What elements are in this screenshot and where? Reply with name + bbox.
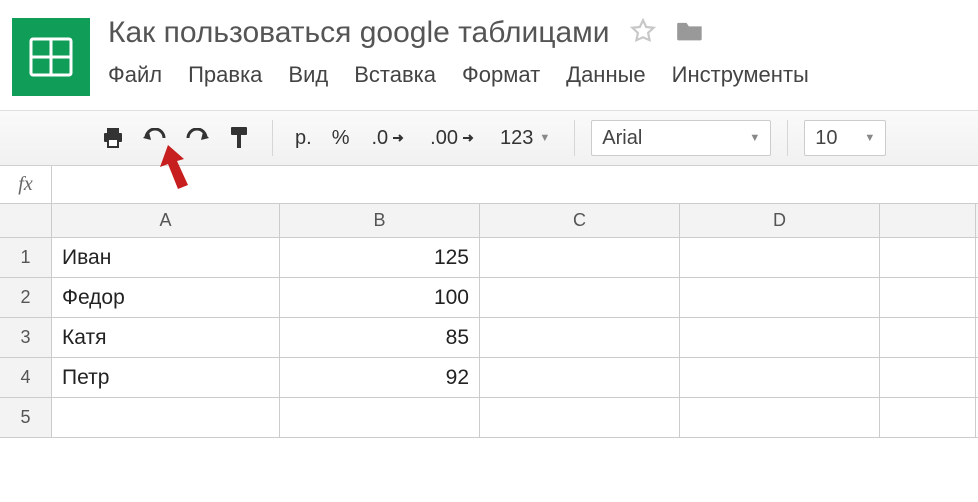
menu-tools[interactable]: Инструменты: [672, 62, 809, 88]
cell-A5[interactable]: [52, 398, 280, 437]
cell-C5[interactable]: [480, 398, 680, 437]
menu-view[interactable]: Вид: [288, 62, 328, 88]
cell-A1[interactable]: Иван: [52, 238, 280, 277]
paint-format-icon[interactable]: [222, 120, 256, 156]
cell-E3[interactable]: [880, 318, 976, 357]
folder-icon[interactable]: [676, 19, 704, 48]
percent-button[interactable]: %: [326, 127, 356, 150]
chevron-down-icon: ▼: [864, 132, 875, 144]
separator: [787, 120, 788, 156]
column-header-C[interactable]: C: [480, 204, 680, 237]
menu-file[interactable]: Файл: [108, 62, 162, 88]
row-header-1[interactable]: 1: [0, 238, 52, 277]
more-formats-button[interactable]: 123 ▼: [492, 127, 558, 150]
cell-D4[interactable]: [680, 358, 880, 397]
font-family-value: Arial: [602, 127, 642, 150]
separator: [574, 120, 575, 156]
column-header-D[interactable]: D: [680, 204, 880, 237]
cell-E5[interactable]: [880, 398, 976, 437]
cell-E1[interactable]: [880, 238, 976, 277]
cell-E4[interactable]: [880, 358, 976, 397]
star-icon[interactable]: [630, 18, 656, 49]
cell-A2[interactable]: Федор: [52, 278, 280, 317]
column-headers-row: A B C D: [0, 204, 978, 238]
row-header-3[interactable]: 3: [0, 318, 52, 357]
decrease-decimal-button[interactable]: .0: [363, 127, 414, 150]
row-header-5[interactable]: 5: [0, 398, 52, 437]
currency-button[interactable]: р.: [289, 127, 318, 150]
cell-B1[interactable]: 125: [280, 238, 480, 277]
menu-data[interactable]: Данные: [566, 62, 645, 88]
fx-label: fx: [0, 166, 52, 203]
sheets-logo-icon: [12, 18, 90, 96]
select-all-corner[interactable]: [0, 204, 52, 237]
column-header-A[interactable]: A: [52, 204, 280, 237]
undo-icon[interactable]: [138, 120, 172, 156]
document-title[interactable]: Как пользоваться google таблицами: [108, 16, 610, 50]
cell-C2[interactable]: [480, 278, 680, 317]
cell-B5[interactable]: [280, 398, 480, 437]
separator: [272, 120, 273, 156]
menu-edit[interactable]: Правка: [188, 62, 262, 88]
increase-decimal-label: .00: [430, 127, 458, 150]
more-formats-label: 123: [500, 127, 533, 150]
cell-C4[interactable]: [480, 358, 680, 397]
cell-C1[interactable]: [480, 238, 680, 277]
decrease-decimal-label: .0: [371, 127, 388, 150]
cell-A3[interactable]: Катя: [52, 318, 280, 357]
menu-format[interactable]: Формат: [462, 62, 540, 88]
row-header-2[interactable]: 2: [0, 278, 52, 317]
chevron-down-icon: ▼: [539, 132, 550, 144]
column-header-B[interactable]: B: [280, 204, 480, 237]
spreadsheet-grid: A B C D 1 Иван 125 2 Федор 100 3 Катя 85…: [0, 204, 978, 438]
cell-D1[interactable]: [680, 238, 880, 277]
increase-decimal-button[interactable]: .00: [422, 127, 484, 150]
formula-bar: fx: [0, 166, 978, 204]
toolbar: р. % .0 .00 123 ▼ Arial ▼ 10 ▼: [0, 110, 978, 166]
cell-B2[interactable]: 100: [280, 278, 480, 317]
menu-bar: Файл Правка Вид Вставка Формат Данные Ин…: [108, 62, 978, 88]
print-icon[interactable]: [96, 120, 130, 156]
cell-A4[interactable]: Петр: [52, 358, 280, 397]
cell-D2[interactable]: [680, 278, 880, 317]
table-row: 5: [0, 398, 978, 438]
cell-E2[interactable]: [880, 278, 976, 317]
table-row: 1 Иван 125: [0, 238, 978, 278]
formula-input[interactable]: [52, 166, 978, 203]
cell-B4[interactable]: 92: [280, 358, 480, 397]
table-row: 3 Катя 85: [0, 318, 978, 358]
font-family-select[interactable]: Arial ▼: [591, 120, 771, 156]
column-header-extra[interactable]: [880, 204, 976, 237]
font-size-select[interactable]: 10 ▼: [804, 120, 886, 156]
cell-D5[interactable]: [680, 398, 880, 437]
chevron-down-icon: ▼: [749, 132, 760, 144]
cell-C3[interactable]: [480, 318, 680, 357]
menu-insert[interactable]: Вставка: [354, 62, 436, 88]
font-size-value: 10: [815, 127, 837, 150]
cell-D3[interactable]: [680, 318, 880, 357]
cell-B3[interactable]: 85: [280, 318, 480, 357]
row-header-4[interactable]: 4: [0, 358, 52, 397]
header: Как пользоваться google таблицами Файл П…: [0, 0, 978, 96]
table-row: 2 Федор 100: [0, 278, 978, 318]
table-row: 4 Петр 92: [0, 358, 978, 398]
redo-icon[interactable]: [180, 120, 214, 156]
